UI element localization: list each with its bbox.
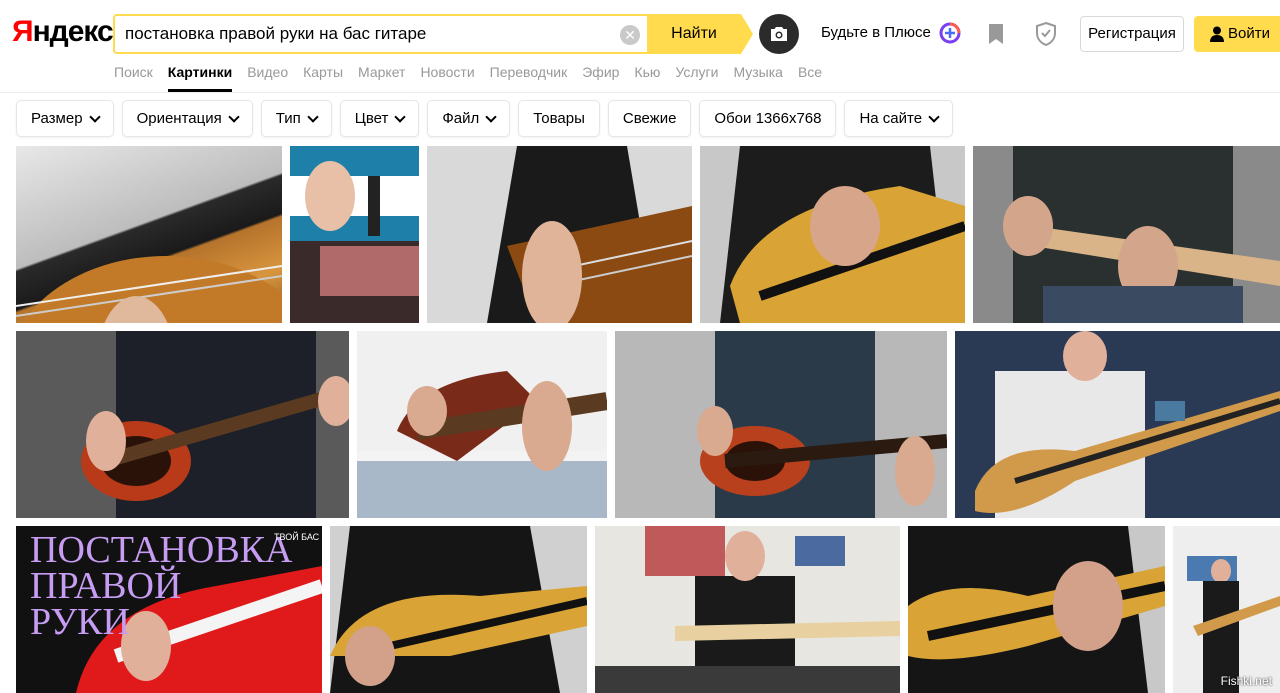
bookmark-icon[interactable] — [986, 23, 1006, 45]
filter-label: Цвет — [354, 110, 389, 127]
bass-guitar-photo — [720, 146, 965, 323]
bass-guitar-photo — [487, 146, 692, 323]
nav-item-q[interactable]: Кью — [634, 64, 660, 92]
chevron-down-icon — [88, 110, 101, 123]
register-button[interactable]: Регистрация — [1080, 16, 1184, 52]
nav-item-video[interactable]: Видео — [247, 64, 288, 92]
search-frame: ✕ — [113, 14, 717, 54]
thumbnail-tag: ТВОЙ БАС — [274, 532, 320, 542]
chevron-down-icon — [928, 110, 940, 123]
filter-orientation[interactable]: Ориентация — [121, 100, 253, 137]
nav-item-news[interactable]: Новости — [420, 64, 474, 92]
filter-wallpaper[interactable]: Обои 1366x768 — [699, 100, 837, 137]
filter-label: Обои 1366x768 — [714, 110, 822, 127]
search-input[interactable] — [125, 22, 605, 46]
chevron-down-icon — [307, 110, 319, 123]
image-thumbnail[interactable] — [908, 526, 1165, 693]
image-thumbnail[interactable]: ПОСТАНОВКА ПРАВОЙ РУКИ ТВОЙ БАС — [16, 526, 322, 693]
nav-item-market[interactable]: Маркет — [358, 64, 405, 92]
bass-guitar-photo — [1187, 556, 1280, 693]
filter-on-site[interactable]: На сайте — [844, 100, 954, 137]
chevron-down-icon — [394, 110, 407, 123]
bass-guitar-photo — [290, 146, 419, 323]
image-thumbnail[interactable] — [955, 331, 1280, 518]
header: Яндекс ✕ Найти Будьте в Плюсе Регистраци… — [0, 0, 1280, 93]
nav-item-maps[interactable]: Карты — [303, 64, 343, 92]
bass-guitar-photo — [697, 331, 947, 518]
filter-label: На сайте — [859, 110, 923, 127]
chevron-down-icon — [485, 110, 497, 123]
nav-item-music[interactable]: Музыка — [733, 64, 783, 92]
filter-label: Размер — [31, 110, 83, 127]
login-button[interactable]: Войти — [1194, 16, 1280, 52]
login-label: Войти — [1228, 25, 1270, 42]
filter-label: Файл — [442, 110, 480, 127]
nav-item-translate[interactable]: Переводчик — [490, 64, 568, 92]
image-thumbnail[interactable] — [595, 526, 900, 693]
bass-guitar-photo — [16, 256, 282, 323]
bass-guitar-photo — [975, 331, 1280, 518]
nav-item-efir[interactable]: Эфир — [582, 64, 619, 92]
search-button-arrow — [741, 14, 753, 54]
bass-guitar-photo — [595, 526, 900, 693]
bass-guitar-photo — [908, 526, 1165, 693]
filter-label: Товары — [533, 110, 585, 127]
bass-guitar-photo — [357, 331, 607, 518]
image-thumbnail[interactable] — [330, 526, 587, 693]
image-thumbnail[interactable] — [427, 146, 692, 323]
search-form: ✕ Найти — [113, 14, 753, 54]
shield-icon[interactable] — [1034, 21, 1058, 47]
filter-file[interactable]: Файл — [427, 100, 511, 137]
plus-link[interactable]: Будьте в Плюсе — [821, 24, 931, 41]
watermark: Fishki.net — [1220, 674, 1272, 688]
bass-guitar-photo — [81, 331, 349, 518]
image-thumbnail[interactable] — [973, 146, 1280, 323]
thumbnail-caption: ПОСТАНОВКА ПРАВОЙ РУКИ — [30, 529, 293, 643]
bass-guitar-photo — [330, 526, 587, 693]
image-thumbnail[interactable] — [290, 146, 419, 323]
image-thumbnail[interactable] — [357, 331, 607, 518]
bass-guitar-photo — [1003, 146, 1280, 323]
chevron-down-icon — [228, 110, 240, 123]
camera-search-button[interactable] — [759, 14, 799, 54]
camera-icon — [771, 27, 787, 41]
filter-size[interactable]: Размер — [16, 100, 114, 137]
plus-icon[interactable] — [939, 22, 961, 44]
nav-item-services[interactable]: Услуги — [675, 64, 718, 92]
image-thumbnail[interactable] — [1173, 526, 1280, 693]
yandex-logo[interactable]: Яндекс — [12, 15, 114, 49]
filter-goods[interactable]: Товары — [518, 100, 600, 137]
image-thumbnail[interactable] — [16, 331, 349, 518]
service-nav: Поиск Картинки Видео Карты Маркет Новост… — [114, 64, 837, 92]
filter-bar: Размер Ориентация Тип Цвет Файл Товары С… — [16, 100, 954, 138]
filter-color[interactable]: Цвет — [339, 100, 420, 137]
image-thumbnail[interactable] — [16, 146, 282, 323]
filter-label: Свежие — [622, 110, 677, 127]
filter-label: Ориентация — [136, 110, 222, 127]
nav-item-search[interactable]: Поиск — [114, 64, 153, 92]
nav-item-all[interactable]: Все — [798, 64, 822, 92]
nav-item-images[interactable]: Картинки — [167, 64, 233, 92]
user-icon — [1210, 26, 1224, 42]
clear-icon[interactable]: ✕ — [620, 25, 640, 45]
filter-type[interactable]: Тип — [260, 100, 332, 137]
search-button[interactable]: Найти — [647, 14, 741, 54]
filter-label: Тип — [275, 110, 301, 127]
image-thumbnail[interactable] — [700, 146, 965, 323]
image-thumbnail[interactable] — [615, 331, 947, 518]
filter-fresh[interactable]: Свежие — [607, 100, 692, 137]
